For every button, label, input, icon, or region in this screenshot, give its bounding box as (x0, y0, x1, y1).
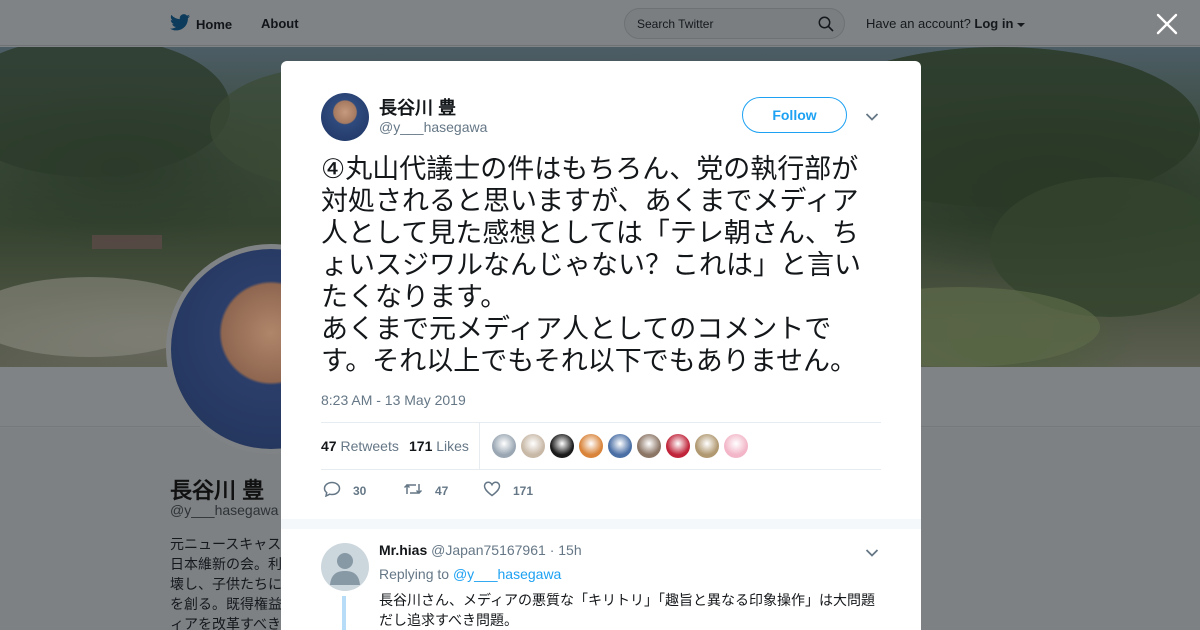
likes-stat[interactable]: 171 Likes (409, 438, 469, 454)
retweet-icon (403, 481, 423, 500)
replying-to-line: Replying to @y___hasegawa (379, 566, 561, 582)
author-avatar[interactable] (321, 93, 369, 141)
liker-avatar[interactable] (550, 434, 574, 458)
liker-avatar[interactable] (579, 434, 603, 458)
account-prompt: Have an account? Log in (866, 16, 1026, 31)
tweet-timestamp[interactable]: 8:23 AM - 13 May 2019 (321, 392, 466, 408)
reply-chevron-down-icon[interactable] (865, 545, 879, 563)
like-action[interactable]: 171 (483, 481, 533, 500)
replying-to-handle-link[interactable]: @y___hasegawa (453, 566, 561, 582)
account-question: Have an account? (866, 16, 971, 31)
retweet-action[interactable]: 47 (403, 481, 448, 500)
search-box[interactable]: Search Twitter (624, 8, 845, 39)
search-placeholder: Search Twitter (637, 17, 714, 31)
background-profile-name: 長谷川 豊 (170, 478, 265, 503)
replying-to-label: Replying to (379, 566, 450, 582)
reply-author-name[interactable]: Mr.hias (379, 542, 427, 558)
reply-author-handle[interactable]: @Japan75167961 (431, 542, 546, 558)
retweets-label: Retweets (340, 438, 399, 454)
retweets-count: 47 (321, 438, 337, 454)
liker-avatar[interactable] (521, 434, 545, 458)
login-link[interactable]: Log in (974, 16, 1013, 31)
liker-avatars (492, 434, 748, 458)
liker-avatar[interactable] (608, 434, 632, 458)
reply-header: Mr.hias @Japan75167961 · 15h (379, 542, 582, 558)
bio-line: を創る。既得権益 (170, 596, 282, 612)
close-icon[interactable] (1155, 12, 1179, 36)
chevron-down-icon[interactable] (865, 109, 879, 127)
caret-down-icon[interactable] (1017, 16, 1026, 31)
liker-avatar[interactable] (724, 434, 748, 458)
liker-avatar[interactable] (666, 434, 690, 458)
like-count: 171 (513, 483, 534, 498)
reply-count: 30 (353, 483, 367, 498)
twitter-bird-icon (170, 14, 190, 34)
author-handle[interactable]: @y___hasegawa (379, 119, 487, 135)
bio-line: 壊し、子供たちに (170, 576, 282, 592)
heart-icon (483, 481, 501, 500)
tweet-modal: 長谷川 豊 @y___hasegawa Follow ④丸山代議士の件はもちろん… (281, 61, 921, 630)
tweet-text: ④丸山代議士の件はもちろん、党の執行部が対処されると思いますが、あくまでメディア… (321, 154, 861, 376)
replies-divider (281, 519, 921, 529)
reply-time[interactable]: 15h (558, 542, 581, 558)
liker-avatar[interactable] (695, 434, 719, 458)
reply-separator: · (549, 542, 555, 558)
reply-author-avatar[interactable] (321, 543, 369, 591)
nav-about-link[interactable]: About (261, 16, 299, 31)
bio-line: 日本維新の会。利 (170, 556, 282, 572)
reply-thread-line (342, 596, 346, 630)
retweet-count: 47 (435, 483, 449, 498)
bio-line: 元ニュースキャス (170, 536, 282, 552)
search-icon[interactable] (818, 16, 834, 37)
background-profile-bio: 元ニュースキャス 日本維新の会。利 壊し、子供たちに を創る。既得権益 ィアを改… (170, 534, 282, 630)
bio-line: ィアを改革すべき (170, 616, 282, 630)
likes-label: Likes (436, 438, 469, 454)
background-profile-handle: @y___hasegawa (170, 502, 279, 518)
follow-button[interactable]: Follow (742, 97, 847, 133)
author-name[interactable]: 長谷川 豊 (379, 94, 456, 120)
reply-icon (323, 481, 341, 500)
stats-divider (479, 423, 480, 469)
likes-count: 171 (409, 438, 433, 454)
nav-home-link[interactable]: Home (170, 14, 232, 34)
tweet-stats: 47 Retweets 171 Likes (321, 422, 881, 470)
reply-text: 長谷川さん、メディアの悪質な「キリトリ」「趣旨と異なる印象操作」は大問題だし追求… (379, 592, 876, 628)
nav-home-label: Home (196, 16, 233, 32)
default-avatar-icon (330, 553, 360, 585)
reply-action[interactable]: 30 (323, 481, 366, 500)
liker-avatar[interactable] (637, 434, 661, 458)
retweets-stat[interactable]: 47 Retweets (321, 438, 399, 454)
top-navigation-bar: Home About Search Twitter Have an accoun… (0, 0, 1200, 46)
liker-avatar[interactable] (492, 434, 516, 458)
